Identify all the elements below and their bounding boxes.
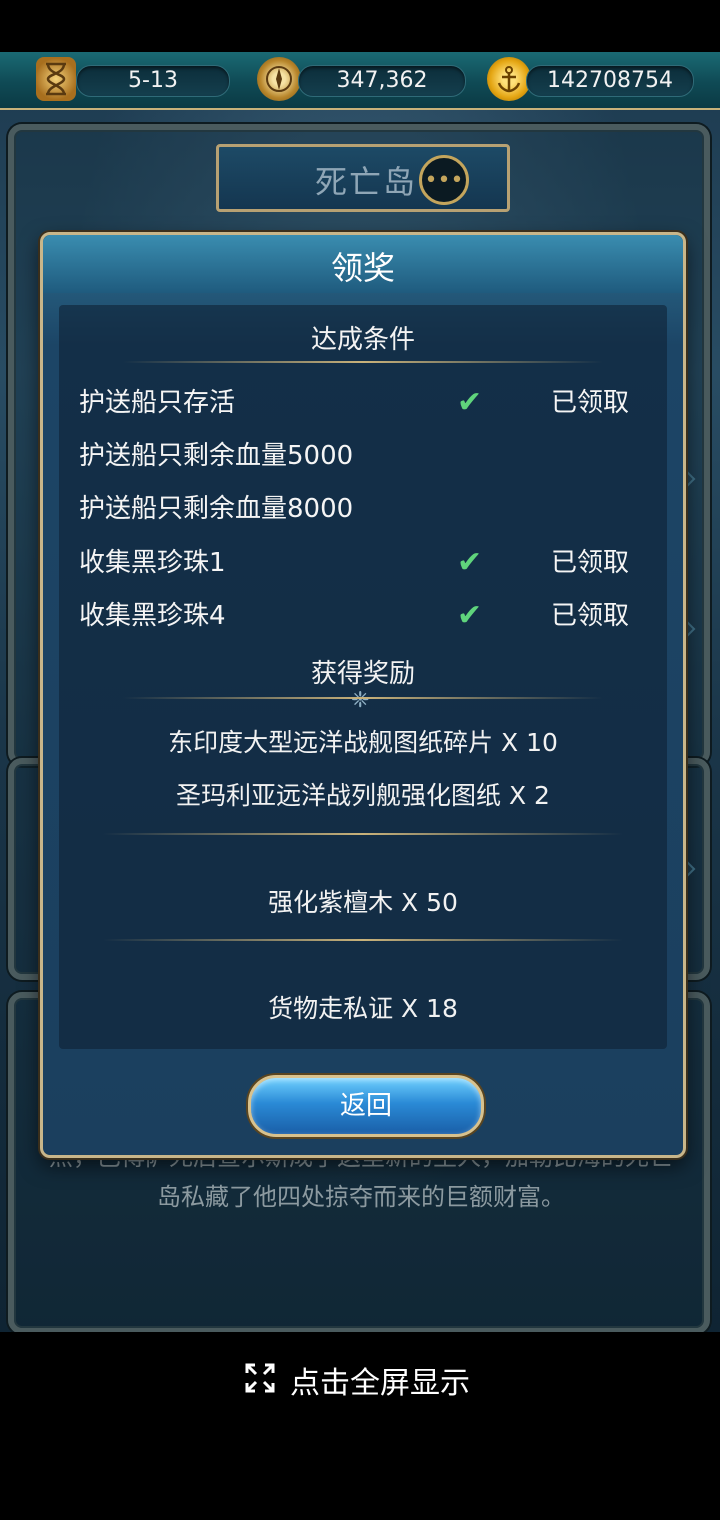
- condition-label: 收集黑珍珠4: [79, 601, 226, 631]
- condition-status: 已领取: [551, 601, 630, 631]
- reward-item: 强化紫檀木 X 50: [268, 888, 458, 917]
- gold-display: 142708754: [526, 65, 694, 97]
- reward-divider: [103, 939, 623, 941]
- back-button[interactable]: 返回: [248, 1075, 484, 1137]
- condition-row: 收集黑珍珠1 ✔ 已领取: [79, 543, 647, 583]
- game-viewport: 5-13 347,362 142708754 死亡岛 ••• 领奖 探索 出港 …: [0, 52, 720, 1332]
- dialog-body: 达成条件 护送船只存活 ✔ 已领取 护送船只剩余血量5000 护送船只剩余血量8…: [59, 305, 667, 1049]
- compass-icon: [257, 57, 301, 101]
- condition-row: 护送船只存活 ✔ 已领取: [79, 383, 647, 423]
- condition-row: 收集黑珍珠4 ✔ 已领取: [79, 596, 647, 636]
- silver-value: 347,362: [336, 68, 428, 93]
- reward-dialog: 领奖 达成条件 护送船只存活 ✔ 已领取 护送船只剩余血量5000 护送船只剩余…: [40, 232, 686, 1158]
- island-title: 死亡岛: [315, 163, 418, 201]
- stage-display: 5-13: [76, 65, 230, 97]
- condition-status: 已领取: [551, 388, 630, 418]
- resource-bar: 5-13 347,362 142708754: [0, 52, 720, 110]
- conditions-divider: [123, 361, 603, 363]
- check-icon: ✔: [457, 545, 483, 580]
- condition-row: 护送船只剩余血量8000: [79, 489, 647, 529]
- hourglass-icon: [36, 57, 76, 101]
- dialog-title: 领奖: [330, 249, 395, 287]
- check-icon: ✔: [457, 598, 483, 633]
- condition-status: 已领取: [551, 548, 630, 578]
- rewards-title: 获得奖励: [310, 659, 415, 689]
- check-icon: ✔: [457, 385, 483, 420]
- silver-display: 347,362: [298, 65, 466, 97]
- condition-label: 护送船只剩余血量5000: [79, 441, 354, 471]
- condition-label: 收集黑珍珠1: [79, 548, 226, 578]
- conditions-title: 达成条件: [310, 325, 415, 355]
- dialog-header: 领奖: [43, 235, 683, 293]
- condition-label: 护送船只剩余血量8000: [79, 494, 354, 524]
- condition-row: 护送船只剩余血量5000: [79, 436, 647, 476]
- reward-divider: [103, 833, 623, 835]
- fullscreen-label: 点击全屏显示: [290, 1366, 470, 1401]
- expand-arrows-icon: [245, 1363, 275, 1393]
- chat-bubble-icon[interactable]: •••: [419, 155, 469, 205]
- condition-label: 护送船只存活: [79, 388, 236, 418]
- island-title-banner: 死亡岛 •••: [216, 144, 510, 212]
- anchor-coin-icon: [487, 57, 531, 101]
- gold-value: 142708754: [547, 68, 673, 93]
- rewards-divider: [123, 697, 603, 699]
- ornament-icon: ❈: [351, 688, 370, 713]
- reward-item: 货物走私证 X 18: [268, 994, 458, 1023]
- stage-value: 5-13: [128, 68, 178, 93]
- reward-item: 圣玛利亚远洋战列舰强化图纸 X 2: [176, 781, 550, 810]
- reward-item: 东印度大型远洋战舰图纸碎片 X 10: [168, 728, 558, 757]
- fullscreen-bar[interactable]: 点击全屏显示: [0, 1332, 720, 1422]
